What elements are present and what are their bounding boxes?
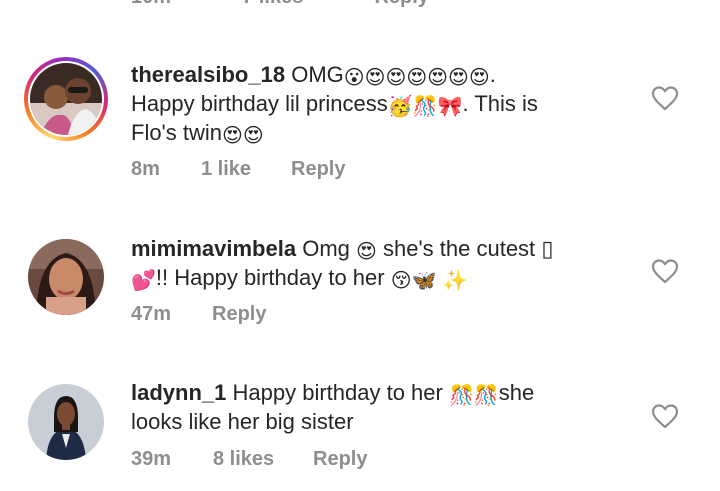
comment-text-part: !! Happy birthday to her (155, 265, 385, 290)
emoji-group: 😚🦋 ✨ (390, 268, 468, 292)
emoji-group: 😮😍😍😍😍😍😍 (343, 65, 490, 89)
reply-button[interactable]: Reply (291, 158, 345, 181)
emoji-group: 🎊🎊 (448, 383, 499, 407)
emoji-group: 💕 (131, 268, 156, 292)
comment-likes[interactable]: 8 likes (213, 448, 313, 471)
avatar-container[interactable] (24, 380, 108, 464)
comment-text-part: . This is (462, 91, 538, 116)
comment-text-part: OMG (291, 62, 344, 87)
comment-meta: 8m 1 like Reply (131, 158, 345, 181)
avatar (28, 239, 104, 315)
comment-likes[interactable]: 1 like (201, 158, 291, 181)
comment-text: therealsibo_18 OMG😮😍😍😍😍😍😍. Happy birthda… (131, 60, 621, 147)
comment-text-part: . (489, 62, 496, 87)
heart-outline-icon[interactable] (651, 403, 679, 429)
comment-time: 47m (131, 303, 172, 325)
comment-text: mimimavimbela Omg 😍 she's the cutest ▯ 💕… (131, 234, 621, 292)
comment-username[interactable]: ladynn_1 (131, 380, 226, 405)
comment-username[interactable]: therealsibo_18 (131, 62, 285, 87)
comment-text-part: Omg (302, 236, 350, 261)
emoji-group: 🥳🎊🎀 (387, 94, 463, 118)
previous-time: 10m (131, 0, 171, 8)
emoji-group: 😍 (356, 239, 377, 263)
avatar (28, 384, 104, 460)
previous-reply-button[interactable]: Reply (374, 0, 428, 8)
comment-time: 39m (131, 448, 172, 470)
heart-outline-icon[interactable] (651, 85, 679, 111)
missing-glyph: ▯ (541, 236, 554, 261)
comment-text-part: she's the cutest (383, 236, 536, 261)
comment-text-part: Flo's twin (131, 120, 222, 145)
avatar (30, 63, 102, 135)
comment-username[interactable]: mimimavimbela (131, 236, 296, 261)
reply-button[interactable]: Reply (313, 448, 367, 471)
reply-button[interactable]: Reply (212, 303, 266, 326)
previous-comment-meta-fragment: 10m 7 likes Reply (131, 0, 429, 9)
emoji-group: 😍😍 (222, 123, 264, 147)
comment-text: ladynn_1 Happy birthday to her 🎊🎊she loo… (131, 378, 621, 436)
avatar-story-ring[interactable] (24, 57, 108, 141)
comment-meta: 39m 8 likes Reply (131, 448, 367, 471)
heart-outline-icon[interactable] (651, 258, 679, 284)
comment-text-part: she (498, 380, 535, 405)
comment-time: 8m (131, 158, 160, 180)
previous-likes[interactable]: 7 likes (242, 0, 303, 8)
comment-text-part: Happy birthday lil princess (131, 91, 388, 116)
avatar-container[interactable] (24, 235, 108, 319)
comment-meta: 47m Reply (131, 303, 266, 326)
comment-text-part: looks like her big sister (131, 409, 354, 434)
comment-text-part: Happy birthday to her (232, 380, 443, 405)
